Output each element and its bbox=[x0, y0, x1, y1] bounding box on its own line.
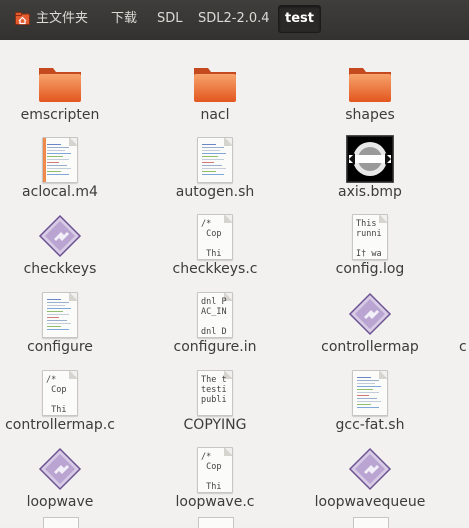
file-name-label: configure.in bbox=[173, 339, 257, 355]
script-document-icon bbox=[346, 368, 394, 416]
file-name-label: axis.bmp bbox=[338, 184, 402, 200]
folder-icon bbox=[191, 58, 239, 106]
partial-file-icon bbox=[43, 517, 79, 528]
breadcrumb-home[interactable]: 主文件夹 bbox=[36, 6, 88, 32]
file-name-label: config.log bbox=[335, 261, 405, 277]
executable-icon bbox=[36, 445, 84, 493]
c-source-icon: /* Cop Thi bbox=[191, 212, 239, 260]
script-document-icon bbox=[36, 290, 84, 338]
c-source-icon: /* Cop Thi bbox=[191, 445, 239, 493]
file-preview-text: /* Cop Thi bbox=[201, 219, 222, 259]
file-name-label: autogen.sh bbox=[175, 184, 255, 200]
file-name-label: controllermap bbox=[321, 339, 419, 355]
partial-file-icon bbox=[353, 517, 389, 528]
file-name-label: configure bbox=[27, 339, 93, 355]
breadcrumb-downloads[interactable]: 下载 bbox=[111, 6, 137, 32]
breadcrumb-test[interactable]: test bbox=[278, 5, 321, 33]
file-name-label: loopwave.c bbox=[175, 494, 255, 510]
file-item[interactable]: aclocal.m4 bbox=[0, 127, 135, 205]
breadcrumb-sdl[interactable]: SDL bbox=[157, 6, 183, 32]
file-name-label: controllermap.c bbox=[5, 417, 115, 433]
file-item[interactable]: configure bbox=[0, 282, 135, 360]
file-item[interactable]: controllermap bbox=[295, 282, 445, 360]
file-preview-text: /* Cop Thi bbox=[201, 452, 222, 492]
file-item[interactable]: dnl P AC_IN dnl D configure.in bbox=[140, 282, 290, 360]
file-item[interactable]: nacl bbox=[140, 50, 290, 128]
file-item[interactable]: shapes bbox=[295, 50, 445, 128]
file-name-label: checkkeys.c bbox=[172, 261, 258, 277]
file-name-label: loopwavequeue bbox=[314, 494, 426, 510]
file-name-label: gcc-fat.sh bbox=[335, 417, 405, 433]
file-item[interactable]: loopwave bbox=[0, 437, 135, 515]
file-item[interactable]: /* Cop Thi loopwave.c bbox=[140, 437, 290, 515]
file-name-label: aclocal.m4 bbox=[22, 184, 98, 200]
image-thumbnail-icon bbox=[345, 134, 395, 184]
file-name-label: shapes bbox=[345, 107, 395, 123]
folder-icon bbox=[36, 58, 84, 106]
file-item[interactable]: /* Cop Thi checkkeys.c bbox=[140, 204, 290, 282]
file-name-label: nacl bbox=[200, 107, 230, 123]
c-source-icon: /* Cop Thi bbox=[36, 368, 84, 416]
home-folder-icon bbox=[15, 12, 30, 25]
executable-icon bbox=[36, 212, 84, 260]
file-item[interactable]: autogen.sh bbox=[140, 127, 290, 205]
script-document-icon bbox=[191, 135, 239, 183]
executable-icon bbox=[346, 445, 394, 493]
breadcrumb-sdl2[interactable]: SDL2-2.0.4 bbox=[198, 6, 270, 32]
text-document-icon bbox=[36, 135, 84, 183]
text-preview-icon: This runni I† wa bbox=[346, 212, 394, 260]
partial-file-label: c bbox=[459, 339, 467, 355]
file-name-label: checkkeys bbox=[23, 261, 97, 277]
file-item[interactable]: axis.bmp bbox=[295, 127, 445, 205]
file-item[interactable]: checkkeys bbox=[0, 204, 135, 282]
text-preview-icon: The t testi publi bbox=[191, 368, 239, 416]
file-item[interactable]: This runni I† wa config.log bbox=[295, 204, 445, 282]
file-preview-text: The t testi publi bbox=[201, 375, 227, 405]
executable-icon bbox=[346, 290, 394, 338]
partial-file-icon bbox=[198, 517, 234, 528]
file-item[interactable]: The t testi publi COPYING bbox=[140, 360, 290, 438]
file-name-label: emscripten bbox=[20, 107, 100, 123]
file-preview-text: This runni I† wa bbox=[356, 219, 382, 259]
file-name-label: loopwave bbox=[26, 494, 94, 510]
file-preview-text: /* Cop Thi bbox=[46, 375, 67, 415]
text-preview-icon: dnl P AC_IN dnl D bbox=[191, 290, 239, 338]
file-name-label: COPYING bbox=[183, 417, 247, 433]
path-bar: 主文件夹 下载 SDL SDL2-2.0.4 test bbox=[0, 0, 469, 41]
file-item[interactable]: /* Cop Thi controllermap.c bbox=[0, 360, 135, 438]
file-item[interactable]: gcc-fat.sh bbox=[295, 360, 445, 438]
file-item[interactable]: emscripten bbox=[0, 50, 135, 128]
file-item[interactable]: loopwavequeue bbox=[295, 437, 445, 515]
file-grid: emscripten nacl shapes aclocal.m4 autogen.sh… bbox=[0, 40, 469, 528]
file-preview-text: dnl P AC_IN dnl D bbox=[201, 297, 227, 337]
folder-icon bbox=[346, 58, 394, 106]
